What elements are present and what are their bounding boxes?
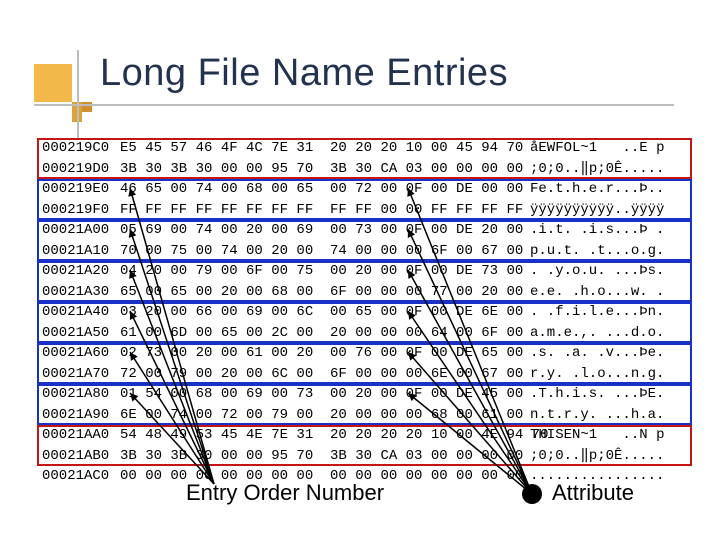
hex-bytes: 46 65 00 74 00 68 00 65 00 72 00 0F 00 D… bbox=[120, 179, 530, 200]
deco-horizontal-rule bbox=[34, 104, 674, 106]
hex-addr: 00021AC0 bbox=[42, 466, 120, 487]
hex-addr: 00021AB0 bbox=[42, 446, 120, 467]
hex-bytes: 72 00 79 00 20 00 6C 00 6F 00 00 00 6E 0… bbox=[120, 364, 530, 385]
hex-bytes: FF FF FF FF FF FF FF FF FF FF 00 00 FF F… bbox=[120, 200, 530, 221]
hex-ascii: . .y.o.u. ...Þs. bbox=[530, 261, 690, 282]
hex-row: 000219F0FF FF FF FF FF FF FF FF FF FF 00… bbox=[42, 200, 690, 221]
hex-bytes: 65 00 65 00 20 00 68 00 6F 00 00 00 77 0… bbox=[120, 282, 530, 303]
hex-addr: 00021A80 bbox=[42, 384, 120, 405]
hex-addr: 00021A40 bbox=[42, 302, 120, 323]
hex-row: 000219E046 65 00 74 00 68 00 65 00 72 00… bbox=[42, 179, 690, 200]
hex-bytes: 04 20 00 79 00 6F 00 75 00 20 00 0F 00 D… bbox=[120, 261, 530, 282]
hex-dump: 000219C0E5 45 57 46 4F 4C 7E 31 20 20 20… bbox=[42, 138, 690, 487]
bullet-icon bbox=[522, 484, 542, 504]
hex-row: 00021A8001 54 00 68 00 69 00 73 00 20 00… bbox=[42, 384, 690, 405]
slide: Long File Name Entries 000219C0E5 45 57 … bbox=[0, 0, 720, 540]
hex-row: 00021AA054 48 49 53 45 4E 7E 31 20 20 20… bbox=[42, 425, 690, 446]
hex-row: 00021A7072 00 79 00 20 00 6C 00 6F 00 00… bbox=[42, 364, 690, 385]
hex-row: 00021AB03B 30 3B 30 00 00 95 70 3B 30 CA… bbox=[42, 446, 690, 467]
label-attribute: Attribute bbox=[552, 480, 634, 506]
hex-addr: 000219C0 bbox=[42, 138, 120, 159]
hex-row: 00021A906E 00 74 00 72 00 79 00 20 00 00… bbox=[42, 405, 690, 426]
hex-bytes: 05 69 00 74 00 20 00 69 00 73 00 0F 00 D… bbox=[120, 220, 530, 241]
hex-row: 000219C0E5 45 57 46 4F 4C 7E 31 20 20 20… bbox=[42, 138, 690, 159]
label-entry-order: Entry Order Number bbox=[186, 480, 384, 506]
hex-ascii: .i.t. .i.s...Þ . bbox=[530, 220, 690, 241]
hex-addr: 00021A20 bbox=[42, 261, 120, 282]
hex-addr: 00021A30 bbox=[42, 282, 120, 303]
hex-row: 000219D03B 30 3B 30 00 00 95 70 3B 30 CA… bbox=[42, 159, 690, 180]
hex-bytes: 3B 30 3B 30 00 00 95 70 3B 30 CA 03 00 0… bbox=[120, 159, 530, 180]
hex-ascii: n.t.r.y. ...h.a. bbox=[530, 405, 690, 426]
hex-addr: 00021A00 bbox=[42, 220, 120, 241]
hex-addr: 00021A60 bbox=[42, 343, 120, 364]
hex-row: 00021A3065 00 65 00 20 00 68 00 6F 00 00… bbox=[42, 282, 690, 303]
hex-addr: 00021A50 bbox=[42, 323, 120, 344]
hex-bytes: 01 54 00 68 00 69 00 73 00 20 00 0F 00 D… bbox=[120, 384, 530, 405]
hex-ascii: a.m.e.,. ...d.o. bbox=[530, 323, 690, 344]
hex-ascii: ;0;0..‖p;0Ê..... bbox=[530, 159, 690, 180]
hex-bytes: 02 73 00 20 00 61 00 20 00 76 00 0F 00 D… bbox=[120, 343, 530, 364]
hex-ascii: Fe.t.h.e.r...Þ.. bbox=[530, 179, 690, 200]
deco-vertical-rule bbox=[77, 50, 79, 140]
hex-addr: 000219E0 bbox=[42, 179, 120, 200]
hex-bytes: E5 45 57 46 4F 4C 7E 31 20 20 20 10 00 4… bbox=[120, 138, 530, 159]
hex-ascii: ;0;0..‖p;0Ê..... bbox=[530, 446, 690, 467]
hex-bytes: 03 20 00 66 00 69 00 6C 00 65 00 0F 00 D… bbox=[120, 302, 530, 323]
hex-bytes: 61 00 6D 00 65 00 2C 00 20 00 00 00 64 0… bbox=[120, 323, 530, 344]
hex-ascii: ÿÿÿÿÿÿÿÿÿÿ..ÿÿÿÿ bbox=[530, 200, 690, 221]
hex-addr: 00021A70 bbox=[42, 364, 120, 385]
hex-row: 00021A0005 69 00 74 00 20 00 69 00 73 00… bbox=[42, 220, 690, 241]
hex-addr: 00021A90 bbox=[42, 405, 120, 426]
hex-row: 00021A5061 00 6D 00 65 00 2C 00 20 00 00… bbox=[42, 323, 690, 344]
hex-ascii: .T.h.i.s. ...ÞE. bbox=[530, 384, 690, 405]
hex-row: 00021A1070 00 75 00 74 00 20 00 74 00 00… bbox=[42, 241, 690, 262]
hex-ascii: .s. .a. .v...Þe. bbox=[530, 343, 690, 364]
hex-ascii: p.u.t. .t...o.g. bbox=[530, 241, 690, 262]
hex-ascii: . .f.i.l.e...Þn. bbox=[530, 302, 690, 323]
hex-addr: 000219F0 bbox=[42, 200, 120, 221]
hex-bytes: 70 00 75 00 74 00 20 00 74 00 00 00 6F 0… bbox=[120, 241, 530, 262]
hex-row: 00021A6002 73 00 20 00 61 00 20 00 76 00… bbox=[42, 343, 690, 364]
slide-title: Long File Name Entries bbox=[100, 52, 508, 95]
hex-ascii: THISEN~1 ..Np bbox=[530, 425, 690, 446]
hex-addr: 00021A10 bbox=[42, 241, 120, 262]
deco-square-big bbox=[34, 64, 72, 102]
hex-row: 00021A4003 20 00 66 00 69 00 6C 00 65 00… bbox=[42, 302, 690, 323]
hex-bytes: 54 48 49 53 45 4E 7E 31 20 20 20 20 10 0… bbox=[120, 425, 530, 446]
hex-ascii: åEWFOL~1 ..Ep bbox=[530, 138, 690, 159]
hex-addr: 00021AA0 bbox=[42, 425, 120, 446]
hex-addr: 000219D0 bbox=[42, 159, 120, 180]
hex-row: 00021A2004 20 00 79 00 6F 00 75 00 20 00… bbox=[42, 261, 690, 282]
hex-bytes: 6E 00 74 00 72 00 79 00 20 00 00 00 68 0… bbox=[120, 405, 530, 426]
hex-ascii: e.e. .h.o...w. . bbox=[530, 282, 690, 303]
hex-bytes: 3B 30 3B 30 00 00 95 70 3B 30 CA 03 00 0… bbox=[120, 446, 530, 467]
hex-ascii: r.y. .l.o...n.g. bbox=[530, 364, 690, 385]
